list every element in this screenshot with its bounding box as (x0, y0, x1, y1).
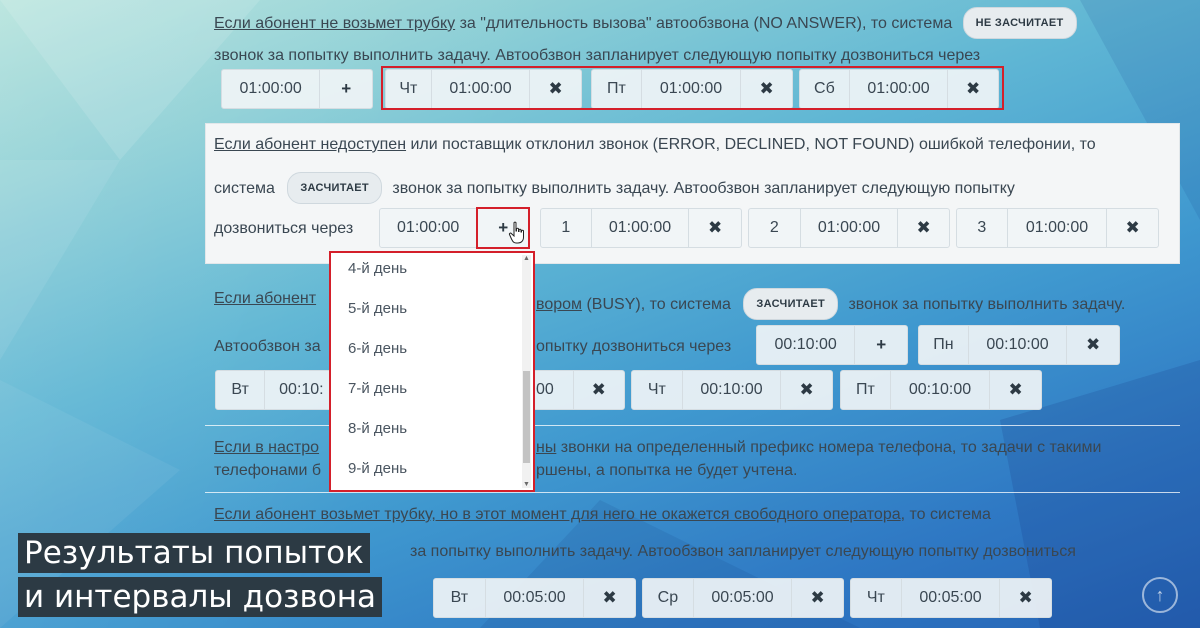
section2-slot-1: 1 01:00:00 ✖ (540, 208, 742, 248)
section1-base-interval: 01:00:00 + (221, 69, 373, 109)
slot-day[interactable]: Чт (632, 371, 683, 409)
slot-day[interactable]: 1 (541, 209, 592, 247)
remove-icon[interactable]: ✖ (948, 70, 998, 108)
slot-day[interactable]: Пн (919, 326, 969, 364)
section5-slot-1: Вт 00:05:00 ✖ (433, 578, 636, 618)
slot-day[interactable]: Пт (592, 70, 642, 108)
slot-day[interactable]: Пт (841, 371, 891, 409)
slot-time-input[interactable]: 01:00:00 (1008, 209, 1108, 247)
section1-line2: звонок за попытку выполнить задачу. Авто… (214, 47, 981, 64)
section4-link[interactable]: Если в настро (214, 439, 319, 456)
slot-time-input[interactable]: 01:00:00 (432, 70, 531, 108)
caption-line1: Результаты попыток (18, 533, 370, 573)
add-interval-button[interactable]: + (855, 326, 907, 364)
section5-link[interactable]: Если абонент возьмет трубку, но в этот м… (214, 506, 901, 523)
section4-line1-right: ны звонки на определенный префикс номера… (536, 439, 1102, 456)
remove-icon[interactable]: ✖ (990, 371, 1041, 409)
base-time-input[interactable]: 00:10:00 (757, 326, 856, 364)
slot-day[interactable]: Чт (851, 579, 902, 617)
slot-time-input[interactable]: 00:05:00 (902, 579, 1001, 617)
section3-slot-tue: Вт 00:10: (215, 370, 345, 410)
scroll-down-icon[interactable]: ▼ (523, 481, 530, 488)
slot-day[interactable]: Чт (386, 70, 432, 108)
section3-line2-right: опытку дозвониться через (536, 338, 732, 355)
slot-time-input[interactable]: 01:00:00 (592, 209, 690, 247)
count-badge[interactable]: ЗАСЧИТАЕТ (287, 172, 382, 204)
section2-line3: дозвониться через (214, 220, 354, 237)
section3-line1: Если абонент (214, 289, 316, 309)
section3-slot-mon: Пн 00:10:00 ✖ (918, 325, 1120, 365)
remove-icon[interactable]: ✖ (689, 209, 741, 247)
section4-line2-right: ршены, а попытка не будет учтена. (536, 462, 798, 479)
base-time-input[interactable]: 01:00:00 (380, 209, 478, 247)
section5-line2: за попытку выполнить задачу. Автообзвон … (410, 543, 1076, 560)
count-badge[interactable]: ЗАСЧИТАЕТ (743, 288, 838, 320)
section2-line2: система ЗАСЧИТАЕТ звонок за попытку выпо… (214, 172, 1015, 205)
section5-slot-3: Чт 00:05:00 ✖ (850, 578, 1052, 618)
remove-icon[interactable]: ✖ (792, 579, 843, 617)
section3-slot-fri: Пт 00:10:00 ✖ (840, 370, 1042, 410)
divider (205, 492, 1180, 493)
section2-slot-2: 2 01:00:00 ✖ (748, 208, 950, 248)
slot-time-input[interactable]: 01:00:00 (801, 209, 899, 247)
section4-line2: телефонами б (214, 462, 322, 479)
dropdown-option[interactable]: 7-й день (331, 369, 523, 409)
not-count-badge[interactable]: НЕ ЗАСЧИТАЕТ (962, 7, 1077, 39)
section5-line1: Если абонент возьмет трубку, но в этот м… (214, 506, 991, 523)
dropdown-scroll-thumb[interactable] (523, 371, 530, 463)
slot-time-input[interactable]: 00:05:00 (694, 579, 793, 617)
remove-icon[interactable]: ✖ (584, 579, 635, 617)
slot-time-input[interactable]: 00:10:00 (683, 371, 782, 409)
scroll-up-icon[interactable]: ▲ (523, 255, 530, 262)
slot-day[interactable]: 3 (957, 209, 1008, 247)
section2-slot-3: 3 01:00:00 ✖ (956, 208, 1159, 248)
remove-icon[interactable]: ✖ (1067, 326, 1119, 364)
section1-slot-1: Чт 01:00:00 ✖ (385, 69, 582, 109)
section5-slot-2: Ср 00:05:00 ✖ (642, 578, 844, 618)
dropdown-option[interactable]: 6-й день (331, 329, 523, 369)
section3-line1-right: вором (BUSY), то система ЗАСЧИТАЕТ звоно… (536, 288, 1125, 321)
dropdown-option[interactable]: 5-й день (331, 289, 523, 329)
section3-line2: Автообзвон за (214, 338, 321, 355)
remove-icon[interactable]: ✖ (574, 371, 624, 409)
base-time-input[interactable]: 01:00:00 (222, 70, 321, 108)
section1-line1: Если абонент не возьмет трубку за "длите… (214, 7, 1077, 40)
caption-line2: и интервалы дозвона (18, 577, 383, 617)
day-select-dropdown[interactable]: 4-й день 5-й день 6-й день 7-й день 8-й … (329, 251, 535, 492)
remove-icon[interactable]: ✖ (741, 70, 792, 108)
section2-link[interactable]: Если абонент недоступен (214, 136, 406, 153)
slot-day[interactable]: Ср (643, 579, 694, 617)
dropdown-option[interactable]: 8-й день (331, 409, 523, 449)
remove-icon[interactable]: ✖ (1000, 579, 1051, 617)
hand-cursor-icon (508, 221, 524, 244)
remove-icon[interactable]: ✖ (781, 371, 832, 409)
section3-link[interactable]: Если абонент (214, 290, 316, 307)
slot-time-input[interactable]: 00:05:00 (486, 579, 585, 617)
remove-icon[interactable]: ✖ (898, 209, 949, 247)
slot-time-input[interactable]: 00:10:00 (891, 371, 991, 409)
section4-line1: Если в настро (214, 438, 319, 458)
scroll-top-button[interactable]: ↑ (1142, 577, 1178, 613)
remove-icon[interactable]: ✖ (1107, 209, 1158, 247)
slot-time-input[interactable]: 00:10:00 (969, 326, 1068, 364)
remove-icon[interactable]: ✖ (530, 70, 581, 108)
section3-base-interval: 00:10:00 + (756, 325, 908, 365)
section3-slot-wed: 00 ✖ (520, 370, 625, 410)
dropdown-list: 4-й день 5-й день 6-й день 7-й день 8-й … (331, 253, 523, 489)
section1-slot-3: Сб 01:00:00 ✖ (799, 69, 999, 109)
section1-slot-2: Пт 01:00:00 ✖ (591, 69, 793, 109)
section1-link[interactable]: Если абонент не возьмет трубку (214, 15, 455, 32)
slot-day[interactable]: 2 (749, 209, 801, 247)
slot-day[interactable]: Сб (800, 70, 850, 108)
dropdown-option[interactable]: 9-й день (331, 449, 523, 489)
slot-day[interactable]: Вт (434, 579, 486, 617)
slot-time-input[interactable]: 01:00:00 (642, 70, 742, 108)
section2-line1: Если абонент недоступен или поставщик от… (214, 136, 1096, 153)
slot-time-input[interactable]: 01:00:00 (850, 70, 949, 108)
dropdown-option[interactable]: 4-й день (331, 253, 523, 289)
slot-day[interactable]: Вт (216, 371, 266, 409)
add-interval-button[interactable]: + (320, 70, 372, 108)
section3-slot-thu: Чт 00:10:00 ✖ (631, 370, 833, 410)
